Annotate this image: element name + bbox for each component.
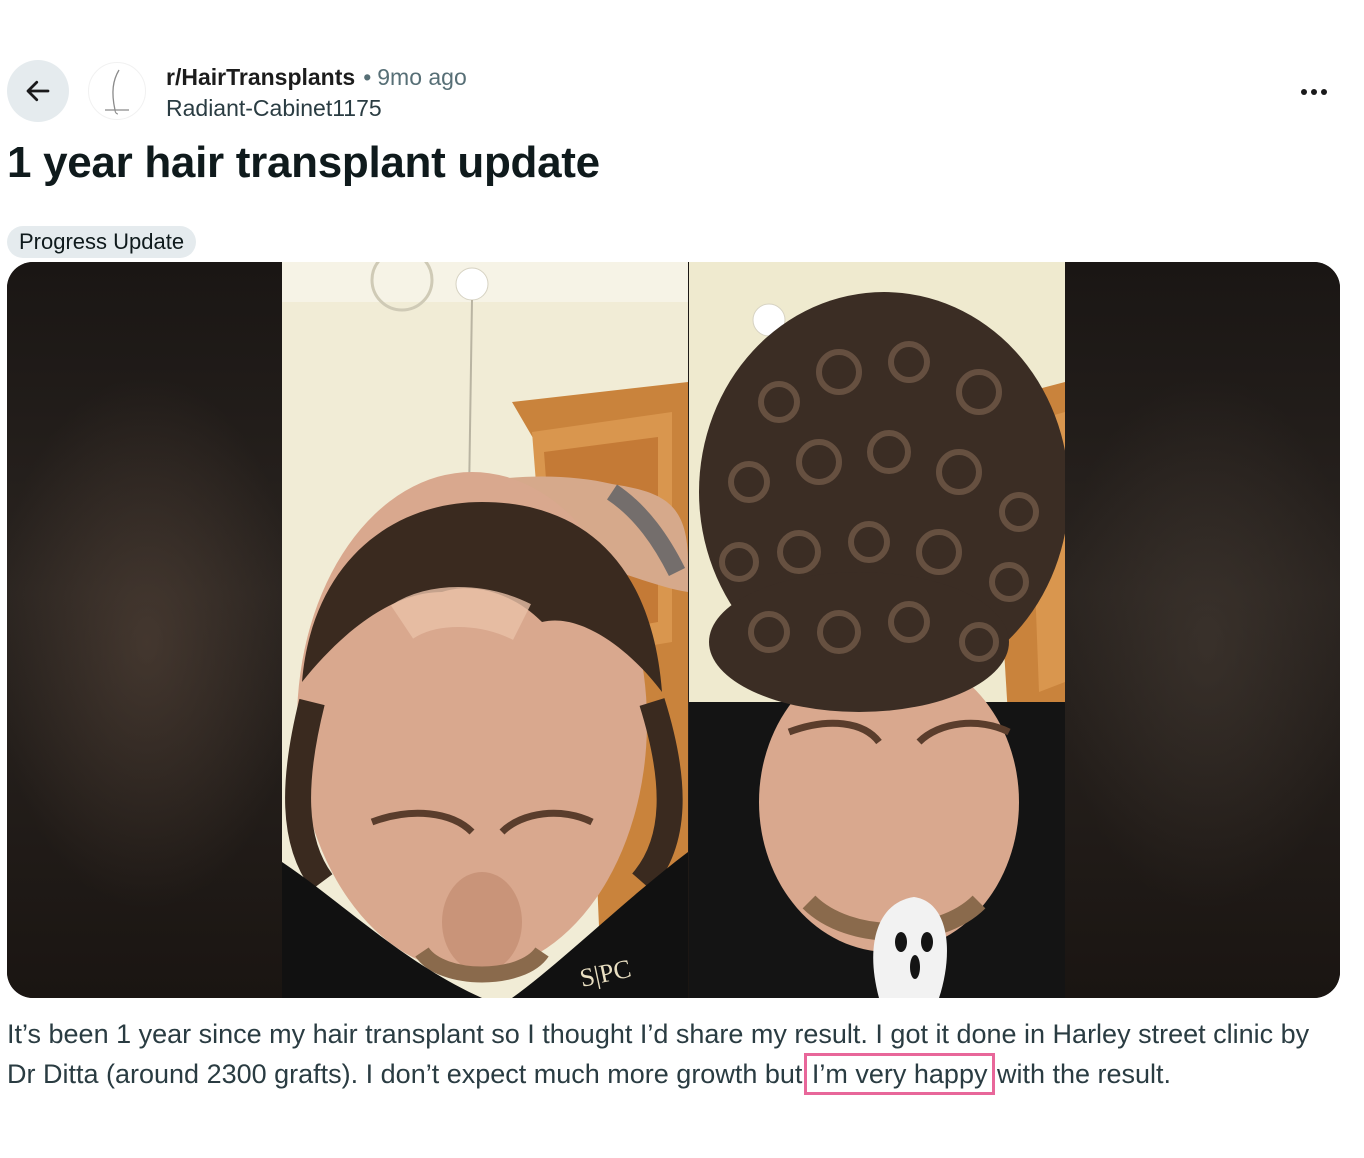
arrow-left-icon — [26, 80, 50, 102]
post-timestamp: 9mo ago — [377, 64, 467, 90]
post-meta: r/HairTransplants • 9mo ago Radiant-Cabi… — [166, 62, 467, 124]
back-button[interactable] — [7, 60, 69, 122]
after-photo — [689, 262, 1065, 998]
post-body: It’s been 1 year since my hair transplan… — [7, 1014, 1337, 1095]
author-link[interactable]: Radiant-Cabinet1175 — [166, 92, 467, 124]
more-options-button[interactable] — [1292, 72, 1336, 112]
post-flair[interactable]: Progress Update — [7, 226, 197, 258]
post-title[interactable]: 1 year hair transplant update — [7, 136, 600, 190]
subreddit-avatar[interactable] — [88, 62, 146, 120]
before-photo: S|PC — [282, 262, 688, 998]
post-body-text-end: with the result. — [989, 1059, 1172, 1089]
subreddit-link[interactable]: r/HairTransplants — [166, 62, 355, 92]
highlighted-phrase: I’m very happy — [803, 1053, 996, 1095]
post-image-gallery[interactable]: S|PC — [7, 262, 1340, 998]
meta-separator: • — [363, 64, 372, 90]
post-header: r/HairTransplants • 9mo ago Radiant-Cabi… — [0, 0, 1364, 130]
ellipsis-icon — [1301, 89, 1327, 95]
hair-strand-icon — [105, 69, 129, 115]
